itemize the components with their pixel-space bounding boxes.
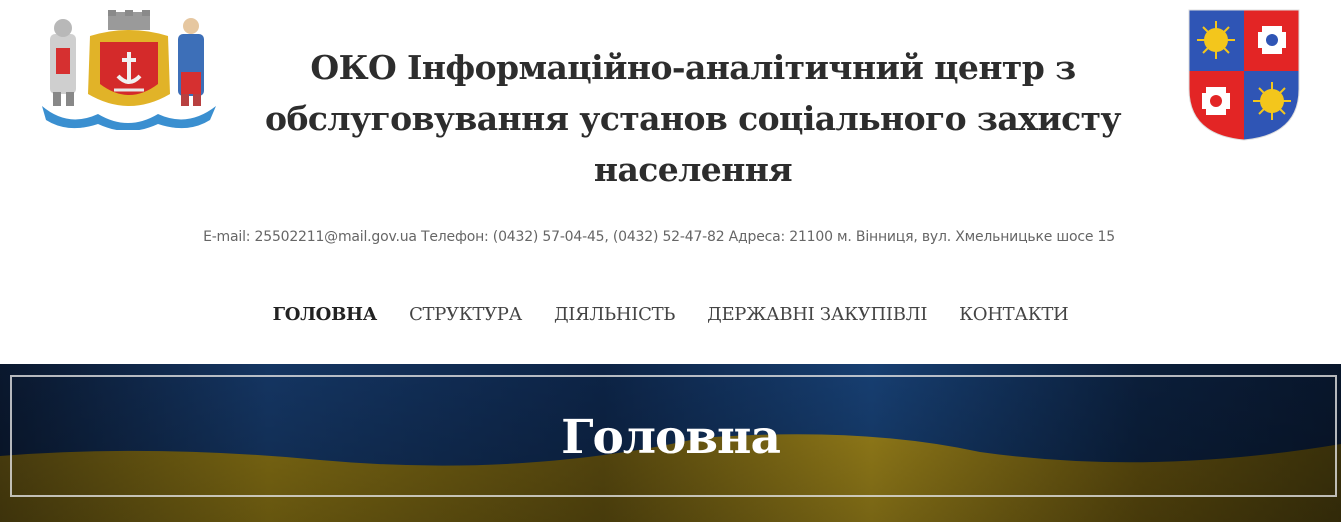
site-title[interactable]: ОКО Інформаційно-аналітичний центр з обс… xyxy=(240,42,1146,195)
nav-item-home[interactable]: ГОЛОВНА xyxy=(257,304,394,325)
nav-item-procurement[interactable]: ДЕРЖАВНІ ЗАКУПІВЛІ xyxy=(691,304,943,325)
nav-item-structure[interactable]: СТРУКТУРА xyxy=(393,304,538,325)
page-title: Головна xyxy=(561,410,781,465)
oblast-coat-of-arms-logo[interactable] xyxy=(1188,9,1300,141)
city-coat-of-arms-logo[interactable] xyxy=(38,10,220,131)
vinnytsia-city-coat-of-arms-icon xyxy=(42,10,216,131)
vinnytsia-oblast-coat-of-arms-icon xyxy=(1188,9,1300,141)
main-navigation: ГОЛОВНА СТРУКТУРА ДІЯЛЬНІСТЬ ДЕРЖАВНІ ЗА… xyxy=(0,304,1341,325)
nav-item-activity[interactable]: ДІЯЛЬНІСТЬ xyxy=(538,304,691,325)
page-banner: Головна xyxy=(0,364,1341,522)
contact-info: E-mail: 25502211@mail.gov.ua Телефон: (0… xyxy=(203,229,1115,245)
nav-item-contacts[interactable]: КОНТАКТИ xyxy=(943,304,1084,325)
site-header: ОКО Інформаційно-аналітичний центр з обс… xyxy=(0,0,1341,364)
